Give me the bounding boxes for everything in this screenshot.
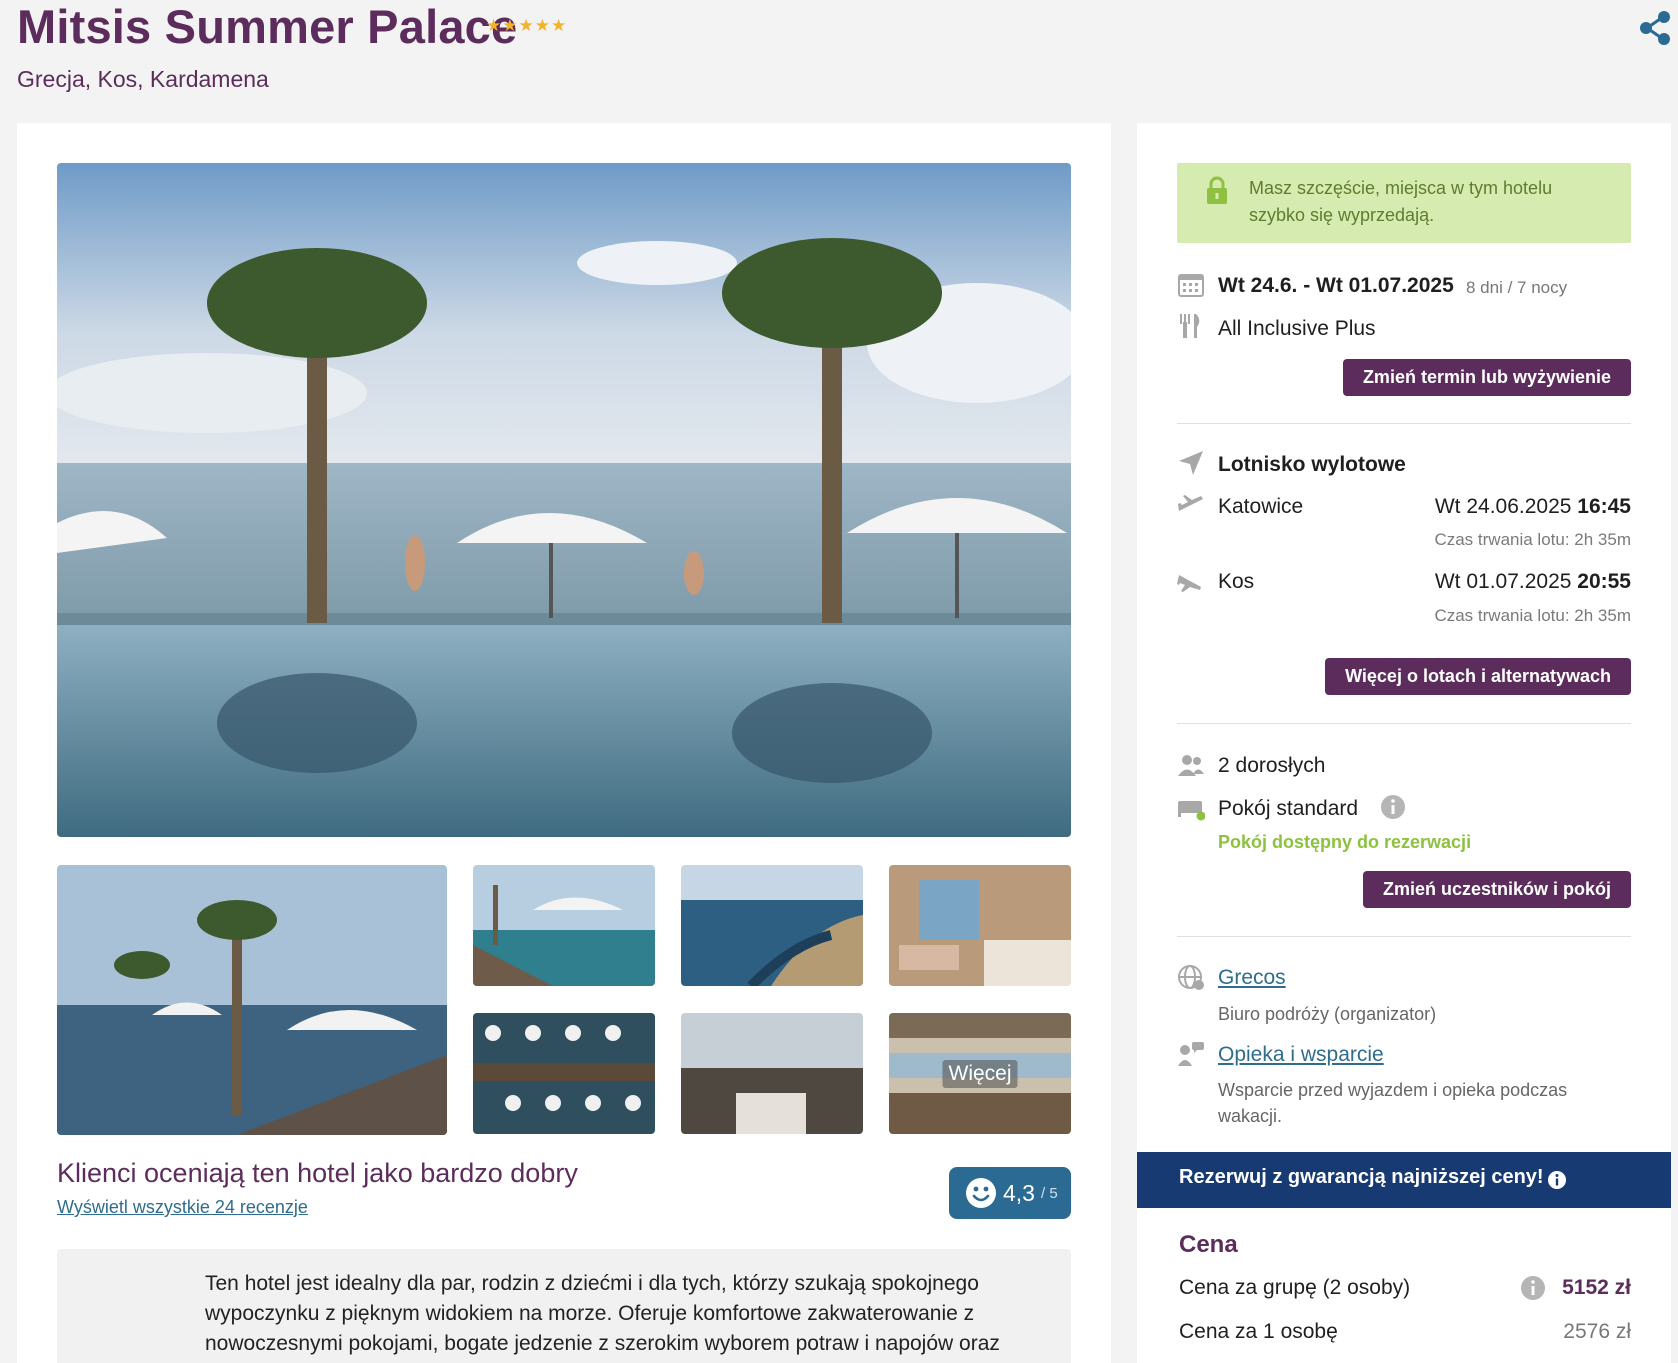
organizer-link[interactable]: Grecos	[1218, 966, 1286, 990]
room-type: Pokój standard	[1218, 797, 1359, 820]
score-badge[interactable]: 4,3 / 5	[949, 1167, 1071, 1219]
rating-heading: Klienci oceniają ten hotel jako bardzo d…	[57, 1158, 578, 1188]
cutlery-icon	[1180, 314, 1200, 338]
change-room-button[interactable]: Zmień uczestników i pokój	[1362, 871, 1631, 908]
gallery-thumbnail[interactable]	[681, 1013, 863, 1134]
plane-takeoff-icon	[1178, 495, 1203, 511]
star-icon: ★	[502, 16, 518, 35]
gallery-thumbnail[interactable]	[473, 865, 655, 986]
travel-dates: Wt 24.6. - Wt 01.07.2025	[1218, 274, 1454, 297]
promo-text: Rezerwuj z gwarancją najniższej ceny!	[1179, 1166, 1544, 1188]
all-reviews-link[interactable]: Wyświetl wszystkie 24 recenzje	[57, 1197, 308, 1218]
room-availability-status: Pokój dostępny do rezerwacji	[1218, 832, 1472, 852]
gallery-more-label[interactable]: Więcej	[942, 1059, 1018, 1088]
globe-icon	[1178, 965, 1204, 990]
section-divider	[1177, 423, 1631, 424]
guests-count: 2 dorosłych	[1218, 754, 1326, 777]
trip-duration: 8 dni / 7 nocy	[1466, 278, 1568, 297]
availability-alert: Masz szczęście, miejsca w tym hotelu szy…	[1177, 163, 1631, 243]
outbound-datetime: Wt 24.06.2025 16:45	[1435, 495, 1631, 519]
hotel-title: Mitsis Summer Palace	[17, 0, 518, 53]
inbound-duration: Czas trwania lotu: 2h 35m	[1434, 606, 1631, 625]
group-price-label: Cena za grupę (2 osoby)	[1179, 1276, 1411, 1299]
group-price-value: 5152 zł	[1562, 1276, 1631, 1299]
main-hotel-photo[interactable]	[57, 163, 1071, 837]
outbound-date: Wt 24.06.2025	[1434, 495, 1572, 518]
hotel-gallery-panel: Więcej Klienci oceniają ten hotel jako b…	[17, 123, 1111, 1363]
info-icon[interactable]	[1547, 1170, 1567, 1190]
gallery-thumbnail[interactable]: Więcej	[889, 1013, 1071, 1134]
support-icon	[1178, 1042, 1204, 1066]
hotel-location: Grecja, Kos, Kardamena	[17, 66, 269, 92]
star-rating: ★ ★ ★ ★ ★	[486, 17, 566, 35]
organizer-description: Biuro podróży (organizator)	[1218, 1004, 1437, 1024]
flights-more-button[interactable]: Więcej o lotach i alternatywach	[1325, 658, 1631, 695]
gallery-thumbnail[interactable]	[473, 1013, 655, 1134]
lowest-price-banner[interactable]: Rezerwuj z gwarancją najniższej ceny!	[1137, 1152, 1671, 1208]
airport-label: Lotnisko wylotowe	[1218, 453, 1406, 476]
calendar-icon	[1178, 274, 1204, 297]
booking-panel: Masz szczęście, miejsca w tym hotelu szy…	[1137, 123, 1671, 1363]
bed-icon	[1178, 801, 1205, 821]
gallery-thumbnail[interactable]	[889, 865, 1071, 986]
section-divider	[1177, 723, 1631, 724]
inbound-time: 20:55	[1577, 570, 1631, 593]
alert-text: Masz szczęście, miejsca w tym hotelu szy…	[1249, 178, 1553, 225]
support-description: Wsparcie przed wyjazdem i opieka podczas…	[1218, 1080, 1568, 1126]
change-date-button[interactable]: Zmień termin lub wyżywienie	[1342, 359, 1631, 396]
outbound-city: Katowice	[1218, 495, 1304, 518]
section-divider	[1177, 936, 1631, 937]
inbound-date: Wt 01.07.2025	[1434, 570, 1572, 593]
review-summary-box: Ten hotel jest idealny dla par, rodzin z…	[57, 1249, 1071, 1363]
inbound-city: Kos	[1218, 570, 1255, 593]
review-summary-text: Ten hotel jest idealny dla par, rodzin z…	[205, 1272, 1000, 1355]
hotel-detail-page: Mitsis Summer Palace ★ ★ ★ ★ ★ Grecja, K…	[0, 0, 1678, 1363]
share-icon[interactable]	[1638, 10, 1672, 46]
navigation-arrow-icon	[1179, 451, 1203, 475]
plane-landing-icon	[1177, 575, 1201, 592]
info-icon[interactable]	[1520, 1275, 1546, 1301]
star-icon: ★	[551, 16, 567, 35]
star-icon: ★	[534, 16, 550, 35]
person-price-value: 2576 zł	[1563, 1320, 1631, 1343]
score-max: / 5	[1040, 1184, 1058, 1202]
inbound-datetime: Wt 01.07.2025 20:55	[1435, 570, 1631, 594]
board-type: All Inclusive Plus	[1218, 317, 1376, 340]
support-link[interactable]: Opieka i wsparcie	[1218, 1043, 1384, 1067]
outbound-time: 16:45	[1577, 495, 1631, 518]
star-icon: ★	[486, 16, 502, 35]
info-icon[interactable]	[1380, 794, 1406, 820]
person-price-label: Cena za 1 osobę	[1179, 1320, 1338, 1343]
price-heading: Cena	[1179, 1231, 1238, 1258]
lock-icon	[1207, 176, 1227, 204]
gallery-thumbnail[interactable]	[57, 865, 447, 1135]
gallery-thumbnail[interactable]	[681, 865, 863, 986]
smile-icon	[966, 1178, 996, 1208]
people-icon	[1178, 755, 1204, 776]
outbound-duration: Czas trwania lotu: 2h 35m	[1434, 530, 1631, 549]
star-icon: ★	[518, 16, 534, 35]
score-value: 4,3	[1003, 1179, 1035, 1206]
